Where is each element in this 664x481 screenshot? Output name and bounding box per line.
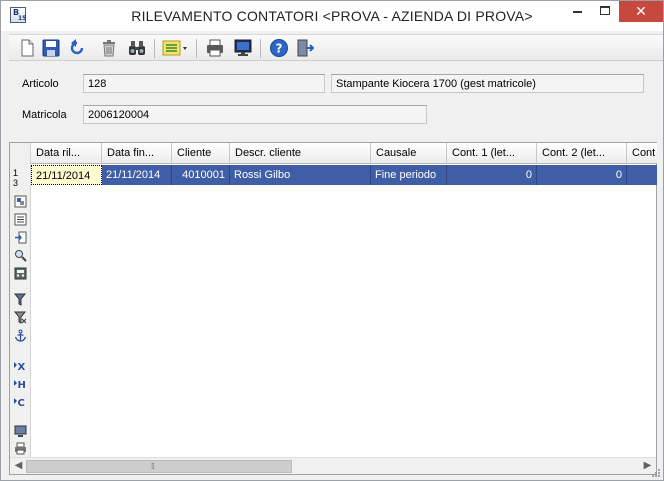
resize-grip-icon[interactable] — [651, 468, 661, 478]
cell-data-ril[interactable]: 21/11/2014 — [31, 165, 102, 185]
zoom-button[interactable] — [14, 249, 27, 262]
matricola-field[interactable]: 2006120004 — [83, 105, 427, 124]
toolbar: ? — [9, 34, 663, 61]
grid-print-button[interactable] — [14, 442, 27, 455]
preview-monitor-icon — [234, 39, 252, 56]
close-button[interactable]: ✕ — [619, 1, 663, 22]
cell-data-fin[interactable]: 21/11/2014 — [102, 165, 172, 185]
row-number: 1 — [13, 168, 19, 178]
svg-text:?: ? — [276, 42, 283, 56]
list-button[interactable] — [14, 213, 27, 226]
list-options-button[interactable] — [161, 38, 191, 58]
main-window: B 15 RILEVAMENTO CONTATORI <PROVA - AZIE… — [0, 0, 664, 481]
column-header-data-ril[interactable]: Data ril... — [31, 143, 102, 164]
calc-icon — [14, 267, 27, 280]
print-icon — [207, 39, 223, 57]
column-header-cont1[interactable]: Cont. 1 (let... — [447, 143, 537, 164]
help-icon: ? — [270, 39, 288, 57]
column-header-cliente[interactable]: Cliente — [172, 143, 230, 164]
calc-button[interactable] — [14, 267, 27, 280]
filter-remove-icon — [13, 311, 27, 324]
column-header-cont3[interactable]: Cont — [627, 143, 657, 164]
horizontal-scrollbar[interactable]: ◀ ⁞⁞ ▶ — [10, 457, 656, 474]
data-grid: 1 3 X H C Data ril... Data fin... Client… — [9, 142, 657, 475]
filter-remove-button[interactable] — [13, 311, 27, 324]
column-header-cont2[interactable]: Cont. 2 (let... — [537, 143, 627, 164]
export-html-button[interactable]: H — [14, 377, 27, 391]
exit-icon — [297, 39, 315, 57]
minimize-button[interactable] — [564, 1, 591, 22]
filter-icon — [13, 293, 27, 306]
cell-cont2[interactable]: 0 — [537, 165, 627, 185]
delete-button[interactable] — [99, 38, 119, 58]
export-excel-button[interactable]: X — [14, 359, 27, 373]
anchor-button[interactable] — [14, 329, 27, 342]
undo-button[interactable] — [67, 38, 87, 58]
export-csv-icon: C — [14, 398, 25, 409]
save-button[interactable] — [41, 38, 61, 58]
list-icon — [14, 213, 27, 226]
preview-button[interactable] — [233, 38, 253, 58]
new-document-button[interactable] — [17, 38, 37, 58]
toolbar-separator — [260, 39, 261, 58]
anchor-icon — [14, 329, 27, 342]
cell-descr-cliente[interactable]: Rossi Gilbo — [230, 165, 371, 185]
scroll-grip-icon: ⁞⁞ — [151, 462, 155, 471]
export-icon — [15, 231, 27, 244]
save-icon — [42, 39, 60, 57]
grid-layout-button[interactable] — [14, 195, 27, 208]
filter-button[interactable] — [13, 293, 27, 306]
cell-cont1[interactable]: 0 — [447, 165, 537, 185]
svg-text:H: H — [18, 380, 26, 390]
exit-button[interactable] — [295, 38, 315, 58]
export-excel-icon: X — [14, 362, 26, 373]
minimize-icon — [573, 11, 582, 13]
cell-cliente[interactable]: 4010001 — [172, 165, 230, 185]
monitor-icon — [14, 425, 27, 437]
toolbar-separator — [154, 39, 155, 58]
column-header-causale[interactable]: Causale — [371, 143, 447, 164]
scroll-left-arrow-icon[interactable]: ◀ — [11, 460, 26, 473]
find-icon — [129, 41, 145, 55]
monitor-button[interactable] — [14, 425, 27, 438]
export-html-icon: H — [14, 380, 26, 391]
grid-header: Data ril... Data fin... Cliente Descr. c… — [31, 143, 657, 164]
svg-text:X: X — [18, 362, 26, 372]
maximize-button[interactable] — [592, 1, 619, 22]
find-button[interactable] — [127, 38, 147, 58]
scroll-thumb[interactable]: ⁞⁞ — [26, 460, 292, 473]
table-row[interactable]: 21/11/2014 21/11/2014 4010001 Rossi Gilb… — [31, 165, 657, 185]
print-icon — [15, 442, 26, 455]
matricola-label: Matricola — [22, 109, 67, 121]
list-options-icon — [162, 40, 187, 56]
column-header-data-fin[interactable]: Data fin... — [102, 143, 172, 164]
new-document-icon — [21, 39, 34, 57]
svg-text:C: C — [18, 398, 25, 408]
export-button[interactable] — [14, 231, 27, 244]
grid-layout-icon — [14, 195, 27, 208]
help-button[interactable]: ? — [269, 38, 289, 58]
export-csv-button[interactable]: C — [14, 395, 27, 409]
grid-side-toolbar: 1 3 X H C — [10, 143, 31, 457]
title-bar[interactable]: B 15 RILEVAMENTO CONTATORI <PROVA - AZIE… — [1, 1, 663, 31]
cell-causale[interactable]: Fine periodo — [371, 165, 447, 185]
row-count: 3 — [13, 178, 19, 188]
undo-icon — [70, 39, 84, 55]
articolo-description-field[interactable]: Stampante Kiocera 1700 (gest matricole) — [331, 74, 644, 93]
toolbar-separator — [196, 39, 197, 58]
articolo-field[interactable]: 128 — [83, 74, 325, 93]
zoom-icon — [15, 250, 27, 262]
delete-icon — [103, 40, 115, 57]
maximize-icon — [600, 6, 610, 15]
cell-cont3[interactable] — [627, 165, 657, 185]
articolo-label: Articolo — [22, 78, 59, 90]
print-button[interactable] — [205, 38, 225, 58]
close-icon: ✕ — [635, 3, 647, 19]
column-header-descr-cliente[interactable]: Descr. cliente — [230, 143, 371, 164]
